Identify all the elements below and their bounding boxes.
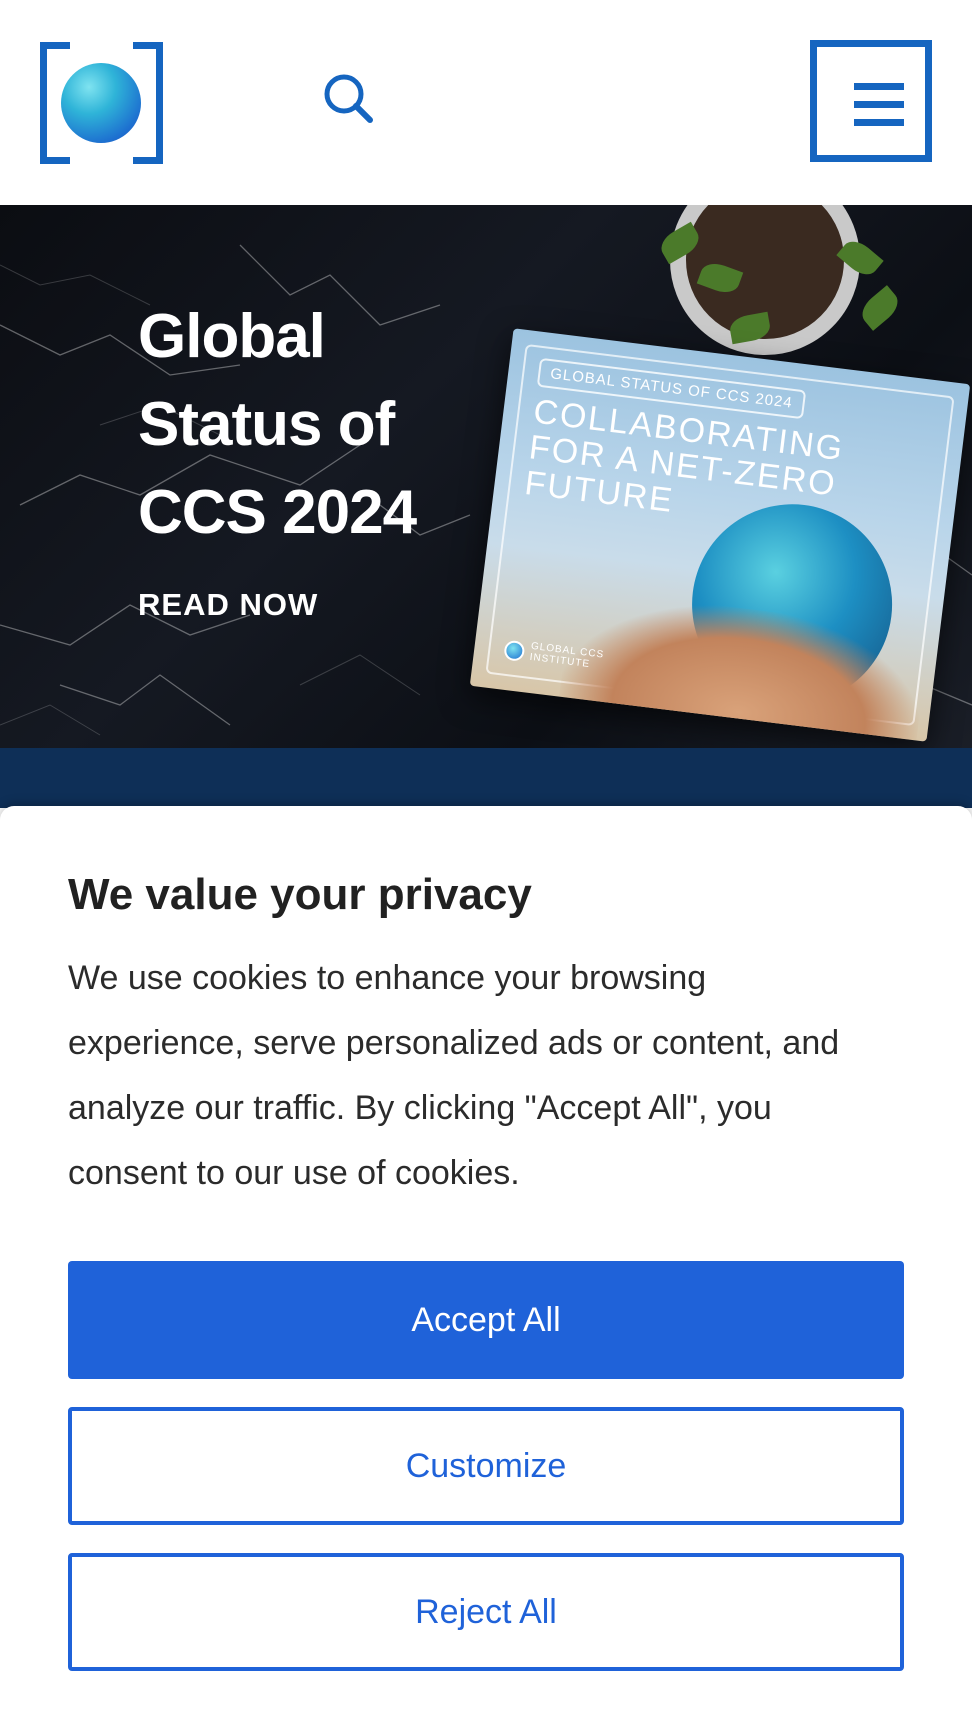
hamburger-bar xyxy=(854,101,904,108)
hero-title-line: CCS 2024 xyxy=(138,478,417,547)
navy-section-band xyxy=(0,748,972,808)
site-header xyxy=(0,0,972,205)
menu-button[interactable] xyxy=(810,40,932,162)
logo-orb-icon xyxy=(61,63,141,143)
logo[interactable] xyxy=(40,42,163,164)
search-button[interactable] xyxy=(322,72,378,128)
hero-title[interactable]: Global Status of CCS 2024 xyxy=(138,293,498,557)
cookie-consent-banner: We value your privacy We use cookies to … xyxy=(0,806,972,1728)
hero-title-line: Global xyxy=(138,302,326,371)
hero-title-line: Status of xyxy=(138,390,395,459)
report-cover-image[interactable]: GLOBAL STATUS OF CCS 2024 COLLABORATING … xyxy=(469,328,971,742)
cookie-description: We use cookies to enhance your browsing … xyxy=(68,959,840,1192)
reject-all-button[interactable]: Reject All xyxy=(68,1553,904,1671)
hamburger-bar xyxy=(854,119,904,126)
read-now-link[interactable]: READ NOW xyxy=(138,587,318,623)
accept-all-button[interactable]: Accept All xyxy=(68,1261,904,1379)
hero-banner[interactable]: Global Status of CCS 2024 READ NOW GLOBA… xyxy=(0,205,972,748)
search-icon xyxy=(324,74,373,123)
hamburger-menu-icon xyxy=(854,83,904,90)
cookie-title: We value your privacy xyxy=(68,870,532,919)
customize-button[interactable]: Customize xyxy=(68,1407,904,1525)
logo-bracket-right xyxy=(133,42,163,164)
